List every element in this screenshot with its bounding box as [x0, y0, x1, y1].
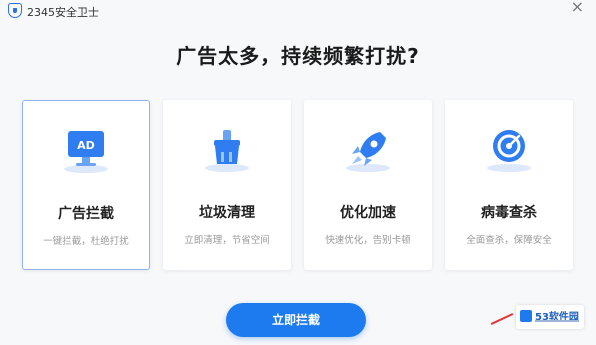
- card-label: 病毒查杀: [481, 205, 537, 221]
- card-ad-block[interactable]: AD 广告拦截 一键拦截，杜绝打扰: [22, 100, 150, 270]
- title-bar: 2345安全卫士 ×: [0, 0, 596, 22]
- card-label: 广告拦截: [58, 206, 114, 222]
- shield-logo-icon: [8, 3, 22, 18]
- feature-cards: AD 广告拦截 一键拦截，杜绝打扰 垃圾清理 立即清理，节省空间 优化加速 快速…: [22, 100, 574, 270]
- card-speed-up[interactable]: 优化加速 快速优化，告别卡顿: [304, 100, 432, 270]
- card-virus-scan[interactable]: 病毒查杀 全面查杀，保障安全: [445, 100, 573, 270]
- watermark-subline: [535, 320, 579, 322]
- app-title: 2345安全卫士: [27, 6, 99, 19]
- headline: 广告太多，持续频繁打扰?: [176, 44, 420, 68]
- ad-icon-text: AD: [77, 139, 95, 152]
- target-icon: [487, 130, 531, 172]
- card-desc: 全面查杀，保障安全: [466, 235, 552, 246]
- block-now-button[interactable]: 立即拦截: [226, 303, 366, 337]
- watermark-badge: 53软件园: [516, 305, 584, 329]
- watermark-logo-icon: [520, 310, 532, 322]
- rocket-icon: [346, 132, 390, 172]
- card-label: 优化加速: [340, 205, 396, 221]
- broom-icon: [205, 130, 249, 172]
- card-desc: 一键拦截，杜绝打扰: [43, 236, 129, 247]
- card-label: 垃圾清理: [199, 205, 255, 221]
- close-button[interactable]: ×: [571, 0, 584, 16]
- card-desc: 快速优化，告别卡顿: [325, 235, 411, 246]
- card-desc: 立即清理，节省空间: [184, 235, 270, 246]
- card-junk-clean[interactable]: 垃圾清理 立即清理，节省空间: [163, 100, 291, 270]
- red-arrow-icon: [490, 313, 514, 325]
- ad-monitor-icon: AD: [64, 131, 108, 173]
